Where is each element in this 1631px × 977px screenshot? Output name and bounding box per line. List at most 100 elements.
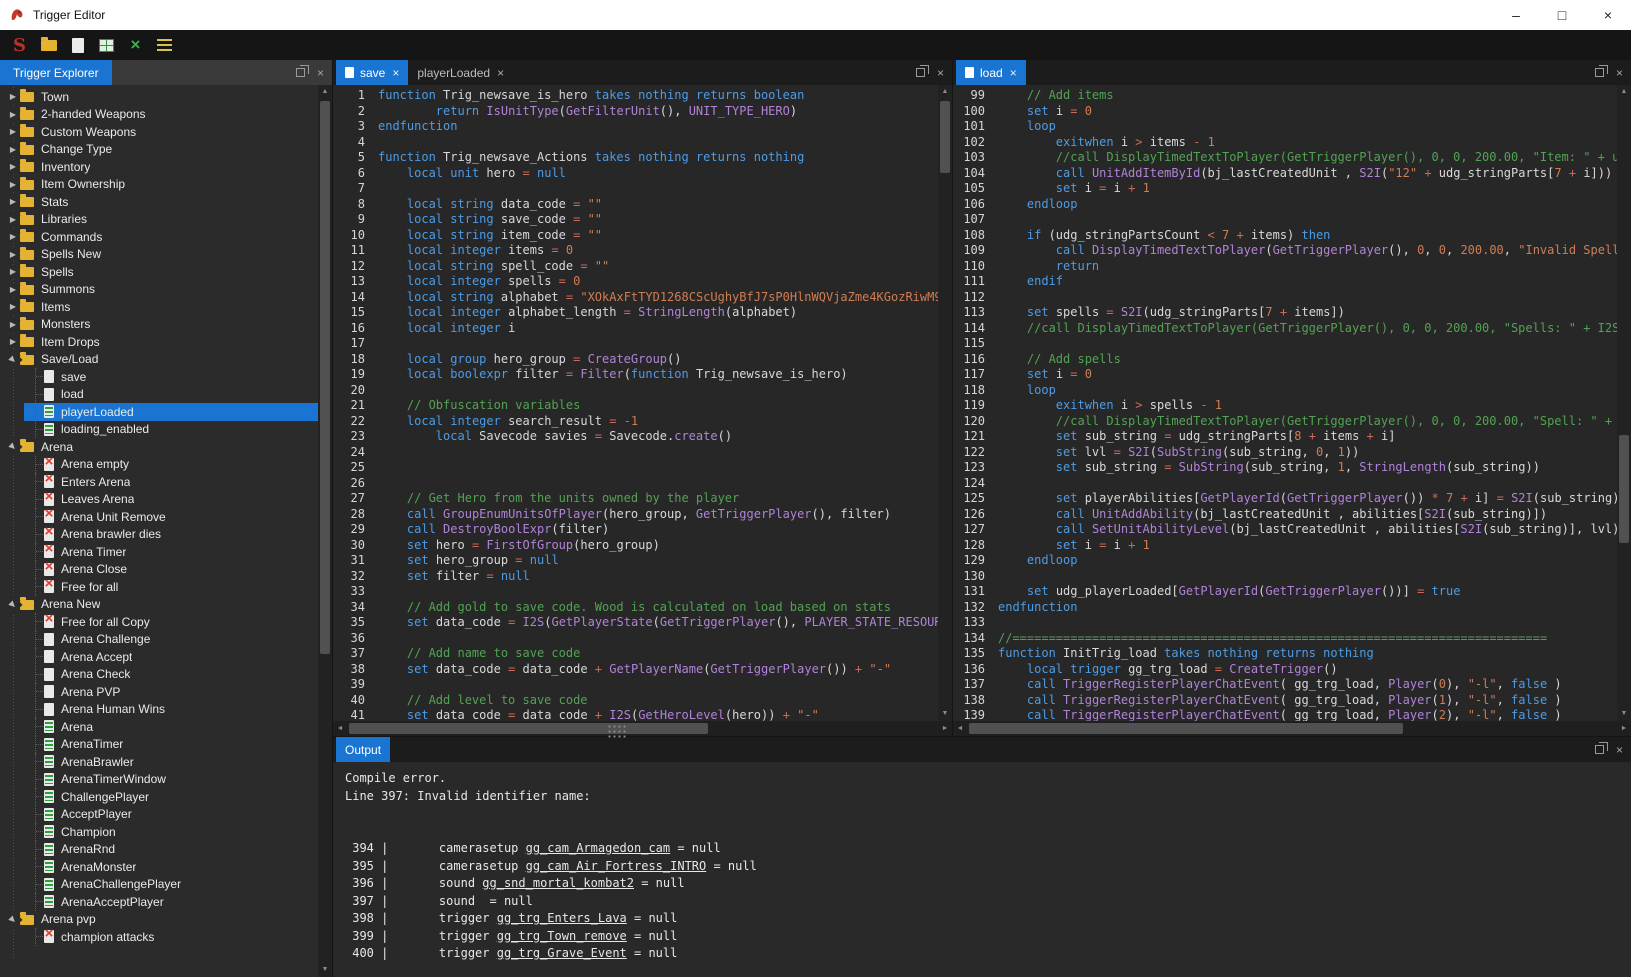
code-line[interactable]: 13 local integer spells = 0 [333,274,938,290]
code-line[interactable]: 111 endif [953,274,1617,290]
save-editor-hscrollbar[interactable]: ◄ ► [333,721,952,736]
code-line[interactable]: 37 // Add name to save code [333,646,938,662]
code-line[interactable]: 107 [953,212,1617,228]
code-line[interactable]: 35 set data_code = I2S(GetPlayerState(Ge… [333,615,938,631]
code-line[interactable]: 134//===================================… [953,631,1617,647]
expand-arrow-icon[interactable]: ▶ [6,283,20,296]
float-panel-icon[interactable] [1595,68,1604,77]
tree-item-arenarnd[interactable]: ArenaRnd [0,841,318,859]
float-panel-icon[interactable] [1595,745,1604,754]
close-tab-icon[interactable]: × [1010,66,1017,80]
tab-playerloaded[interactable]: playerLoaded× [408,60,513,85]
code-line[interactable]: 120 //call DisplayTimedTextToPlayer(GetT… [953,414,1617,430]
tree-item-arenatimer[interactable]: ArenaTimer [0,736,318,754]
code-line[interactable]: 2 return IsUnitType(GetFilterUnit(), UNI… [333,104,938,120]
code-line[interactable]: 119 exitwhen i > spells - 1 [953,398,1617,414]
close-panel-icon[interactable]: × [937,67,944,79]
tree-item-champion-attacks[interactable]: champion attacks [0,928,318,946]
close-panel-icon[interactable]: × [317,67,324,79]
code-line[interactable]: 17 [333,336,938,352]
tab-output[interactable]: Output [336,737,390,762]
scroll-left-icon[interactable]: ◄ [953,721,967,736]
expand-arrow-icon[interactable]: ▶ [6,90,20,103]
scroll-up-icon[interactable]: ▲ [318,85,332,99]
float-panel-icon[interactable] [296,68,305,77]
code-line[interactable]: 25 [333,460,938,476]
tab-save[interactable]: save× [336,60,408,85]
code-line[interactable]: 137 call TriggerRegisterPlayerChatEvent(… [953,677,1617,693]
code-line[interactable]: 131 set udg_playerLoaded[GetPlayerId(Get… [953,584,1617,600]
scroll-right-icon[interactable]: ► [938,721,952,736]
expand-arrow-icon[interactable]: ▶ [6,318,20,331]
code-line[interactable]: 28 call GroupEnumUnitsOfPlayer(hero_grou… [333,507,938,523]
scroll-thumb[interactable] [1619,435,1629,543]
code-line[interactable]: 19 local boolexpr filter = Filter(functi… [333,367,938,383]
tree-item-stats[interactable]: ▶Stats [0,193,318,211]
tree-item-monsters[interactable]: ▶Monsters [0,316,318,334]
code-line[interactable]: 139 call TriggerRegisterPlayerChatEvent(… [953,708,1617,721]
splitter-grip[interactable] [607,724,627,738]
code-line[interactable]: 29 call DestroyBoolExpr(filter) [333,522,938,538]
tree-item-free-for-all[interactable]: Free for all [0,578,318,596]
tree-item-arenachallengeplayer[interactable]: ArenaChallengePlayer [0,876,318,894]
scroll-down-icon[interactable]: ▼ [938,707,952,721]
close-panel-icon[interactable]: × [1616,67,1623,79]
expand-arrow-icon[interactable]: ▶ [6,195,20,208]
code-line[interactable]: 30 set hero = FirstOfGroup(hero_group) [333,538,938,554]
tree-item-change-type[interactable]: ▶Change Type [0,141,318,159]
code-line[interactable]: 16 local integer i [333,321,938,337]
maximize-button[interactable]: □ [1539,0,1585,30]
tree-item-arenamonster[interactable]: ArenaMonster [0,858,318,876]
tree-item-inventory[interactable]: ▶Inventory [0,158,318,176]
code-line[interactable]: 8 local string data_code = "" [333,197,938,213]
code-line[interactable]: 127 call SetUnitAbilityLevel(bj_lastCrea… [953,522,1617,538]
code-line[interactable]: 27 // Get Hero from the units owned by t… [333,491,938,507]
close-tab-icon[interactable]: × [497,66,504,80]
code-line[interactable]: 124 [953,476,1617,492]
toolbar-new-document-icon[interactable] [64,33,91,57]
tree-item-arenabrawler[interactable]: ArenaBrawler [0,753,318,771]
code-line[interactable]: 103 //call DisplayTimedTextToPlayer(GetT… [953,150,1617,166]
code-line[interactable]: 105 set i = i + 1 [953,181,1617,197]
float-panel-icon[interactable] [916,68,925,77]
code-line[interactable]: 38 set data_code = data_code + GetPlayer… [333,662,938,678]
minimize-button[interactable]: – [1493,0,1539,30]
code-line[interactable]: 32 set filter = null [333,569,938,585]
code-line[interactable]: 101 loop [953,119,1617,135]
expand-arrow-icon[interactable]: ▶ [6,125,20,138]
code-line[interactable]: 126 call UnitAddAbility(bj_lastCreatedUn… [953,507,1617,523]
tree-item-item-drops[interactable]: ▶Item Drops [0,333,318,351]
close-button[interactable]: × [1585,0,1631,30]
expand-arrow-icon[interactable]: ▶ [6,160,20,173]
code-line[interactable]: 24 [333,445,938,461]
close-panel-icon[interactable]: × [1616,744,1623,756]
code-line[interactable]: 39 [333,677,938,693]
code-line[interactable]: 21 // Obfuscation variables [333,398,938,414]
code-line[interactable]: 10 local string item_code = "" [333,228,938,244]
code-line[interactable]: 106 endloop [953,197,1617,213]
code-line[interactable]: 135function InitTrig_load takes nothing … [953,646,1617,662]
tree-item-summons[interactable]: ▶Summons [0,281,318,299]
code-line[interactable]: 15 local integer alphabet_length = Strin… [333,305,938,321]
code-line[interactable]: 113 set spells = S2I(udg_stringParts[7 +… [953,305,1617,321]
expand-arrow-icon[interactable]: ▶ [6,213,20,226]
code-line[interactable]: 115 [953,336,1617,352]
code-line[interactable]: 31 set hero_group = null [333,553,938,569]
code-line[interactable]: 34 // Add gold to save code. Wood is cal… [333,600,938,616]
toolbar-variable-grid-icon[interactable] [93,33,120,57]
scroll-up-icon[interactable]: ▲ [1617,85,1631,99]
tree-item-champion[interactable]: Champion [0,823,318,841]
toolbar-script-list-icon[interactable] [151,33,178,57]
toolbar-open-folder-icon[interactable] [35,33,62,57]
close-tab-icon[interactable]: × [392,66,399,80]
code-line[interactable]: 22 local integer search_result = -1 [333,414,938,430]
explorer-header-tab[interactable]: Trigger Explorer [0,60,112,85]
code-line[interactable]: 26 [333,476,938,492]
code-line[interactable]: 132endfunction [953,600,1617,616]
tab-load[interactable]: load× [956,60,1026,85]
scroll-thumb[interactable] [940,101,950,173]
code-line[interactable]: 102 exitwhen i > items - 1 [953,135,1617,151]
code-line[interactable]: 117 set i = 0 [953,367,1617,383]
tree-item-item-ownership[interactable]: ▶Item Ownership [0,176,318,194]
tree-item-town[interactable]: ▶Town [0,88,318,106]
